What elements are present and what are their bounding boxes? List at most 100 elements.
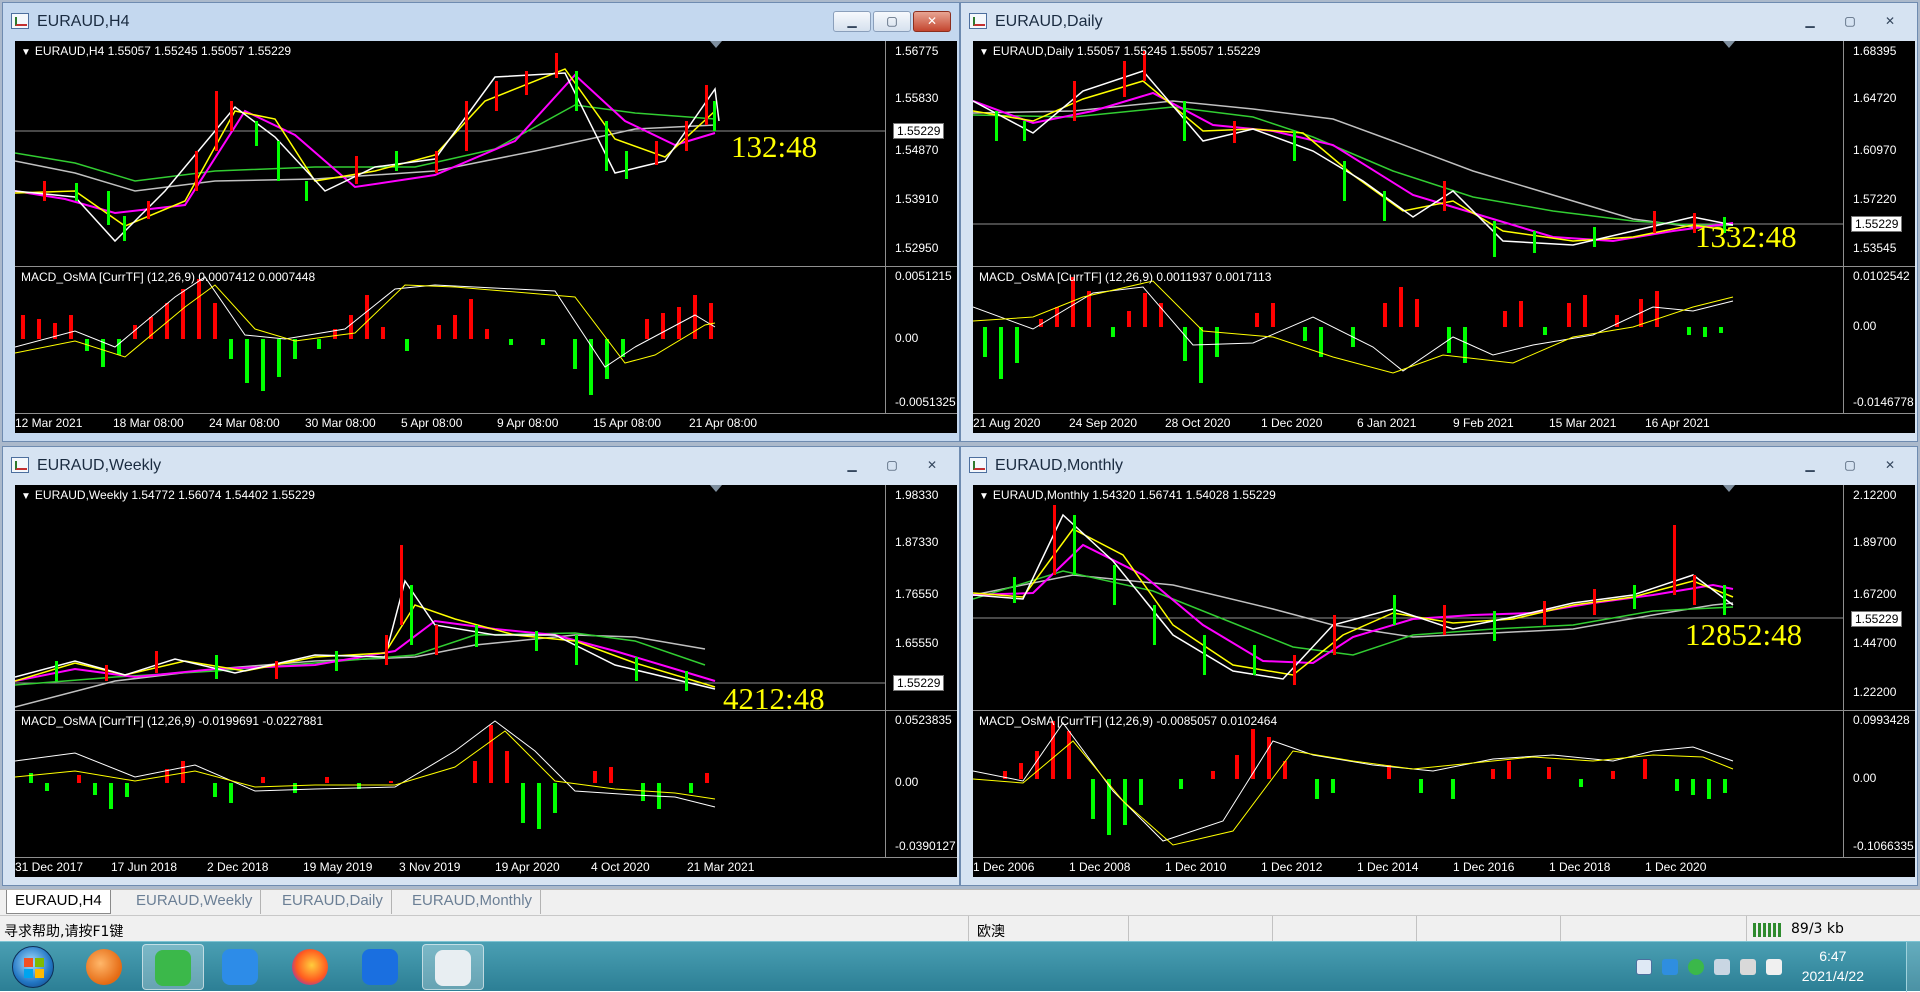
- time-axis[interactable]: 21 Aug 2020 24 Sep 2020 28 Oct 2020 1 De…: [973, 413, 1915, 433]
- tab-euraud-daily[interactable]: EURAUD,Daily: [274, 890, 392, 914]
- status-cell: [1560, 916, 1704, 942]
- minimize-button[interactable]: ▁: [1791, 455, 1829, 476]
- chart-shift-marker[interactable]: [1723, 485, 1735, 492]
- chart-area[interactable]: ▼ EURAUD,H4 1.55057 1.55245 1.55057 1.552…: [15, 41, 957, 433]
- current-price-label: 1.55229: [893, 123, 945, 139]
- time-axis[interactable]: 31 Dec 2017 17 Jun 2018 2 Dec 2018 19 Ma…: [15, 857, 957, 877]
- maximize-button[interactable]: ▢: [1831, 455, 1869, 476]
- window-titlebar[interactable]: EURAUD,Daily ▁ ▢ ✕: [961, 3, 1917, 41]
- macd-panel[interactable]: MACD_OsMA [CurrTF] (12,26,9) -0.0199691 …: [15, 711, 957, 857]
- wechat-tray-icon[interactable]: [1688, 959, 1704, 975]
- minimize-button[interactable]: ▁: [833, 455, 871, 476]
- usb-tray-icon[interactable]: [1636, 959, 1652, 975]
- status-cell: [1416, 916, 1560, 942]
- show-desktop-button[interactable]: [1906, 942, 1920, 992]
- time-tick: 4 Oct 2020: [591, 860, 650, 874]
- shield-tray-icon[interactable]: [1662, 959, 1678, 975]
- chart-area[interactable]: ▼ EURAUD,Monthly 1.54320 1.56741 1.54028 …: [973, 485, 1915, 877]
- time-tick: 1 Dec 2012: [1261, 860, 1323, 874]
- clock-time: 6:47: [1819, 948, 1847, 964]
- network-tray-icon[interactable]: [1714, 959, 1730, 975]
- price-panel[interactable]: ▼ EURAUD,Daily 1.55057 1.55245 1.55057 1.…: [973, 41, 1915, 266]
- speaker-muted-icon[interactable]: [1740, 959, 1756, 975]
- ma-white-line: [15, 72, 720, 243]
- macd-tick: 0.0523835: [895, 713, 952, 727]
- time-tick: 1 Dec 2014: [1357, 860, 1419, 874]
- chart-shift-marker[interactable]: [710, 485, 722, 492]
- close-button[interactable]: ✕: [1871, 455, 1909, 476]
- price-legend: ▼ EURAUD,Monthly 1.54320 1.56741 1.54028 …: [979, 488, 1276, 502]
- taskbar-app-1[interactable]: [74, 944, 136, 990]
- dropdown-triangle-icon[interactable]: ▼: [979, 491, 989, 502]
- chart-shift-marker[interactable]: [1723, 41, 1735, 48]
- time-axis[interactable]: 1 Dec 2006 1 Dec 2008 1 Dec 2010 1 Dec 2…: [973, 857, 1915, 877]
- tab-euraud-h4[interactable]: EURAUD,H4: [6, 890, 111, 914]
- macd-panel[interactable]: MACD_OsMA [CurrTF] (12,26,9) 0.0011937 0…: [973, 267, 1915, 413]
- taskbar-app-notes[interactable]: [210, 944, 272, 990]
- taskbar-app-firefox[interactable]: [280, 944, 342, 990]
- maximize-button[interactable]: ▢: [1831, 11, 1869, 32]
- chart-window-weekly[interactable]: EURAUD,Weekly ▁ ▢ ✕ ▼ EURAUD,Weekly 1.54…: [2, 446, 960, 886]
- price-panel[interactable]: ▼ EURAUD,Weekly 1.54772 1.56074 1.54402 1…: [15, 485, 957, 716]
- time-tick: 24 Sep 2020: [1069, 416, 1138, 430]
- taskbar-app-wechat[interactable]: [142, 944, 204, 990]
- window-title: EURAUD,Daily: [995, 13, 1103, 30]
- dropdown-triangle-icon[interactable]: ▼: [979, 47, 989, 58]
- status-cell-connection[interactable]: 89/3 kb: [1746, 916, 1920, 942]
- window-titlebar[interactable]: EURAUD,Weekly ▁ ▢ ✕: [3, 447, 959, 485]
- price-axis[interactable]: 1.98330 1.87330 1.76550 1.65550 1.55229: [885, 485, 957, 710]
- price-panel[interactable]: ▼ EURAUD,H4 1.55057 1.55245 1.55057 1.552…: [15, 41, 957, 266]
- start-button[interactable]: [12, 946, 54, 988]
- maximize-button[interactable]: ▢: [873, 455, 911, 476]
- minimize-button[interactable]: ▁: [833, 11, 871, 32]
- macd-axis[interactable]: 0.0993428 0.00 -0.1066335: [1843, 711, 1915, 857]
- chart-window-daily[interactable]: EURAUD,Daily ▁ ▢ ✕ ▼ EURAUD,Daily 1.5505…: [960, 2, 1918, 442]
- macd-axis[interactable]: 0.0523835 0.00 -0.0390127: [885, 711, 957, 857]
- chart-window-h4[interactable]: EURAUD,H4 ▁ ▢ ✕ ▼ EURAUD,H4 1.55057 1.55…: [2, 2, 960, 442]
- window-titlebar[interactable]: EURAUD,H4 ▁ ▢ ✕: [3, 3, 959, 41]
- chart-area[interactable]: ▼ EURAUD,Weekly 1.54772 1.56074 1.54402 1…: [15, 485, 957, 877]
- current-price-label: 1.55229: [893, 675, 945, 691]
- macd-axis[interactable]: 0.0102542 0.00 -0.0146778: [1843, 267, 1915, 413]
- status-cell: [1128, 916, 1272, 942]
- price-axis[interactable]: 1.56775 1.55830 1.54870 1.53910 1.52950 …: [885, 41, 957, 266]
- price-tick: 1.76550: [895, 587, 939, 601]
- close-button[interactable]: ✕: [913, 11, 951, 32]
- taskbar-app-2[interactable]: [350, 944, 412, 990]
- macd-main-line: [973, 740, 1734, 846]
- macd-histogram: [29, 725, 709, 829]
- close-button[interactable]: ✕: [913, 455, 951, 476]
- price-panel[interactable]: ▼ EURAUD,Monthly 1.54320 1.56741 1.54028 …: [973, 485, 1915, 710]
- taskbar-app-metatrader[interactable]: [422, 944, 484, 990]
- tab-euraud-monthly[interactable]: EURAUD,Monthly: [404, 890, 542, 914]
- macd-panel[interactable]: MACD_OsMA [CurrTF] (12,26,9) 0.0007412 0…: [15, 267, 957, 413]
- time-tick: 15 Apr 08:00: [593, 416, 662, 430]
- chart-window-monthly[interactable]: EURAUD,Monthly ▁ ▢ ✕ ▼ EURAUD,Monthly 1.…: [960, 446, 1918, 886]
- ma-green-line: [15, 104, 716, 182]
- price-tick: 1.53910: [895, 192, 939, 206]
- wifi-signal-icon[interactable]: [1766, 959, 1782, 975]
- ma-green-line: [973, 570, 1734, 656]
- dropdown-triangle-icon[interactable]: ▼: [21, 491, 31, 502]
- price-axis[interactable]: 2.12200 1.89700 1.67200 1.44700 1.22200 …: [1843, 485, 1915, 710]
- minimize-button[interactable]: ▁: [1791, 11, 1829, 32]
- macd-axis[interactable]: 0.0051215 0.00 -0.0051325: [885, 267, 957, 413]
- macd-panel[interactable]: MACD_OsMA [CurrTF] (12,26,9) -0.0085057 …: [973, 711, 1915, 857]
- macd-legend: MACD_OsMA [CurrTF] (12,26,9) 0.0011937 0…: [979, 270, 1272, 284]
- time-tick: 21 Apr 08:00: [689, 416, 758, 430]
- taskbar-clock[interactable]: 6:47 2021/4/22: [1802, 946, 1864, 986]
- time-axis[interactable]: 12 Mar 2021 18 Mar 08:00 24 Mar 08:00 30…: [15, 413, 957, 433]
- time-tick: 1 Dec 2020: [1261, 416, 1323, 430]
- chart-area[interactable]: ▼ EURAUD,Daily 1.55057 1.55245 1.55057 1.…: [973, 41, 1915, 433]
- maximize-button[interactable]: ▢: [873, 11, 911, 32]
- price-axis[interactable]: 1.68395 1.64720 1.60970 1.57220 1.53545 …: [1843, 41, 1915, 266]
- window-titlebar[interactable]: EURAUD,Monthly ▁ ▢ ✕: [961, 447, 1917, 485]
- tab-euraud-weekly[interactable]: EURAUD,Weekly: [128, 890, 262, 914]
- time-tick: 18 Mar 08:00: [113, 416, 184, 430]
- status-cell-profile[interactable]: 欧澳: [968, 916, 1128, 942]
- dropdown-triangle-icon[interactable]: ▼: [21, 47, 31, 58]
- close-button[interactable]: ✕: [1871, 11, 1909, 32]
- chart-shift-marker[interactable]: [710, 41, 722, 48]
- macd-main-line: [15, 730, 716, 800]
- time-tick: 19 May 2019: [303, 860, 373, 874]
